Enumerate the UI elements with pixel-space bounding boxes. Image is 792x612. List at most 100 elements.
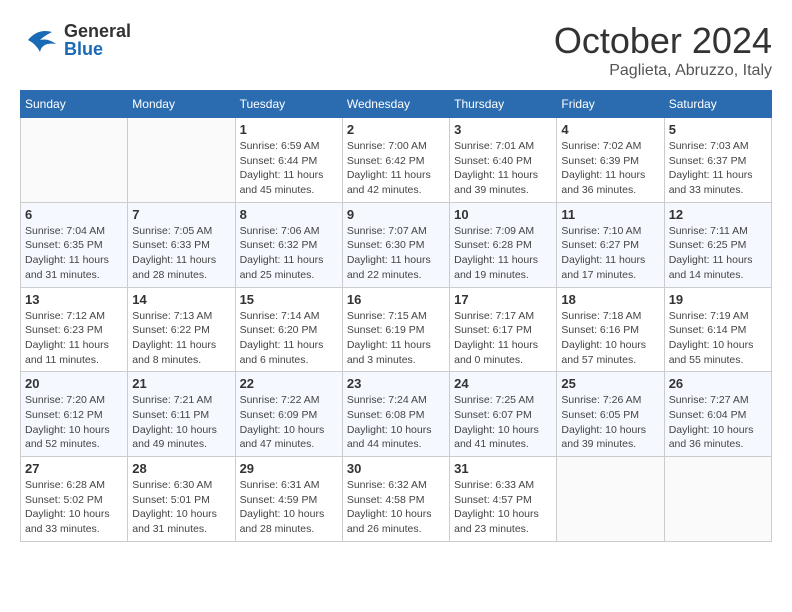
day-number: 18 [561, 292, 659, 307]
day-number: 9 [347, 207, 445, 222]
day-detail: Sunrise: 7:14 AM Sunset: 6:20 PM Dayligh… [240, 309, 338, 368]
day-detail: Sunrise: 7:02 AM Sunset: 6:39 PM Dayligh… [561, 139, 659, 198]
day-cell [664, 457, 771, 542]
day-detail: Sunrise: 7:07 AM Sunset: 6:30 PM Dayligh… [347, 224, 445, 283]
day-number: 25 [561, 376, 659, 391]
day-detail: Sunrise: 6:32 AM Sunset: 4:58 PM Dayligh… [347, 478, 445, 537]
day-number: 17 [454, 292, 552, 307]
day-number: 20 [25, 376, 123, 391]
day-cell: 1 Sunrise: 6:59 AM Sunset: 6:44 PM Daylig… [235, 118, 342, 203]
day-detail: Sunrise: 7:04 AM Sunset: 6:35 PM Dayligh… [25, 224, 123, 283]
day-cell: 24 Sunrise: 7:25 AM Sunset: 6:07 PM Dayli… [450, 372, 557, 457]
day-number: 22 [240, 376, 338, 391]
day-cell: 9 Sunrise: 7:07 AM Sunset: 6:30 PM Daylig… [342, 202, 449, 287]
day-detail: Sunrise: 7:05 AM Sunset: 6:33 PM Dayligh… [132, 224, 230, 283]
day-detail: Sunrise: 7:06 AM Sunset: 6:32 PM Dayligh… [240, 224, 338, 283]
day-cell: 12 Sunrise: 7:11 AM Sunset: 6:25 PM Dayli… [664, 202, 771, 287]
day-detail: Sunrise: 6:59 AM Sunset: 6:44 PM Dayligh… [240, 139, 338, 198]
logo-general: General [64, 22, 131, 40]
day-number: 15 [240, 292, 338, 307]
week-row-5: 27 Sunrise: 6:28 AM Sunset: 5:02 PM Dayli… [21, 457, 772, 542]
day-number: 1 [240, 122, 338, 137]
title-block: October 2024 Paglieta, Abruzzo, Italy [554, 20, 772, 80]
day-detail: Sunrise: 7:27 AM Sunset: 6:04 PM Dayligh… [669, 393, 767, 452]
day-cell [557, 457, 664, 542]
day-number: 8 [240, 207, 338, 222]
day-number: 31 [454, 461, 552, 476]
day-number: 19 [669, 292, 767, 307]
week-row-4: 20 Sunrise: 7:20 AM Sunset: 6:12 PM Dayli… [21, 372, 772, 457]
day-number: 4 [561, 122, 659, 137]
day-cell: 3 Sunrise: 7:01 AM Sunset: 6:40 PM Daylig… [450, 118, 557, 203]
day-number: 14 [132, 292, 230, 307]
week-row-3: 13 Sunrise: 7:12 AM Sunset: 6:23 PM Dayli… [21, 287, 772, 372]
day-number: 28 [132, 461, 230, 476]
weekday-thursday: Thursday [450, 91, 557, 118]
day-detail: Sunrise: 7:26 AM Sunset: 6:05 PM Dayligh… [561, 393, 659, 452]
day-detail: Sunrise: 6:28 AM Sunset: 5:02 PM Dayligh… [25, 478, 123, 537]
day-number: 12 [669, 207, 767, 222]
day-number: 13 [25, 292, 123, 307]
day-detail: Sunrise: 7:17 AM Sunset: 6:17 PM Dayligh… [454, 309, 552, 368]
day-cell [21, 118, 128, 203]
day-number: 26 [669, 376, 767, 391]
day-detail: Sunrise: 7:22 AM Sunset: 6:09 PM Dayligh… [240, 393, 338, 452]
day-number: 30 [347, 461, 445, 476]
day-cell: 10 Sunrise: 7:09 AM Sunset: 6:28 PM Dayli… [450, 202, 557, 287]
weekday-friday: Friday [557, 91, 664, 118]
day-detail: Sunrise: 7:24 AM Sunset: 6:08 PM Dayligh… [347, 393, 445, 452]
page-header: General Blue October 2024 Paglieta, Abru… [20, 20, 772, 80]
day-number: 27 [25, 461, 123, 476]
day-number: 24 [454, 376, 552, 391]
day-cell: 19 Sunrise: 7:19 AM Sunset: 6:14 PM Dayli… [664, 287, 771, 372]
weekday-saturday: Saturday [664, 91, 771, 118]
day-cell: 26 Sunrise: 7:27 AM Sunset: 6:04 PM Dayli… [664, 372, 771, 457]
weekday-monday: Monday [128, 91, 235, 118]
weekday-header-row: SundayMondayTuesdayWednesdayThursdayFrid… [21, 91, 772, 118]
day-cell: 16 Sunrise: 7:15 AM Sunset: 6:19 PM Dayli… [342, 287, 449, 372]
location: Paglieta, Abruzzo, Italy [554, 62, 772, 80]
day-cell: 25 Sunrise: 7:26 AM Sunset: 6:05 PM Dayli… [557, 372, 664, 457]
day-detail: Sunrise: 6:31 AM Sunset: 4:59 PM Dayligh… [240, 478, 338, 537]
day-number: 10 [454, 207, 552, 222]
week-row-1: 1 Sunrise: 6:59 AM Sunset: 6:44 PM Daylig… [21, 118, 772, 203]
day-detail: Sunrise: 7:03 AM Sunset: 6:37 PM Dayligh… [669, 139, 767, 198]
weekday-sunday: Sunday [21, 91, 128, 118]
day-cell: 8 Sunrise: 7:06 AM Sunset: 6:32 PM Daylig… [235, 202, 342, 287]
day-detail: Sunrise: 7:10 AM Sunset: 6:27 PM Dayligh… [561, 224, 659, 283]
day-cell [128, 118, 235, 203]
day-detail: Sunrise: 7:18 AM Sunset: 6:16 PM Dayligh… [561, 309, 659, 368]
day-detail: Sunrise: 6:30 AM Sunset: 5:01 PM Dayligh… [132, 478, 230, 537]
day-cell: 21Sunrise: 7:21 AM Sunset: 6:11 PM Dayli… [128, 372, 235, 457]
day-detail: Sunrise: 7:19 AM Sunset: 6:14 PM Dayligh… [669, 309, 767, 368]
day-number: 5 [669, 122, 767, 137]
day-cell: 5 Sunrise: 7:03 AM Sunset: 6:37 PM Daylig… [664, 118, 771, 203]
day-number: 11 [561, 207, 659, 222]
day-detail: Sunrise: 6:33 AM Sunset: 4:57 PM Dayligh… [454, 478, 552, 537]
day-detail: Sunrise: 7:20 AM Sunset: 6:12 PM Dayligh… [25, 393, 123, 452]
day-detail: Sunrise: 7:15 AM Sunset: 6:19 PM Dayligh… [347, 309, 445, 368]
day-detail: Sunrise: 7:25 AM Sunset: 6:07 PM Dayligh… [454, 393, 552, 452]
day-number: 2 [347, 122, 445, 137]
day-cell: 22 Sunrise: 7:22 AM Sunset: 6:09 PM Dayli… [235, 372, 342, 457]
month-title: October 2024 [554, 20, 772, 62]
day-number: 23 [347, 376, 445, 391]
day-detail: Sunrise: 7:21 AM Sunset: 6:11 PM Dayligh… [132, 393, 230, 452]
day-number: 3 [454, 122, 552, 137]
day-detail: Sunrise: 7:12 AM Sunset: 6:23 PM Dayligh… [25, 309, 123, 368]
day-cell: 4 Sunrise: 7:02 AM Sunset: 6:39 PM Daylig… [557, 118, 664, 203]
day-detail: Sunrise: 7:11 AM Sunset: 6:25 PM Dayligh… [669, 224, 767, 283]
day-cell: 6 Sunrise: 7:04 AM Sunset: 6:35 PM Daylig… [21, 202, 128, 287]
logo: General Blue [20, 20, 131, 60]
logo-blue: Blue [64, 40, 131, 58]
day-number: 16 [347, 292, 445, 307]
day-cell: 14Sunrise: 7:13 AM Sunset: 6:22 PM Dayli… [128, 287, 235, 372]
day-cell: 7Sunrise: 7:05 AM Sunset: 6:33 PM Daylig… [128, 202, 235, 287]
day-cell: 11 Sunrise: 7:10 AM Sunset: 6:27 PM Dayli… [557, 202, 664, 287]
day-detail: Sunrise: 7:09 AM Sunset: 6:28 PM Dayligh… [454, 224, 552, 283]
day-number: 6 [25, 207, 123, 222]
calendar: SundayMondayTuesdayWednesdayThursdayFrid… [20, 90, 772, 542]
logo-icon [20, 20, 60, 60]
day-detail: Sunrise: 7:01 AM Sunset: 6:40 PM Dayligh… [454, 139, 552, 198]
day-detail: Sunrise: 7:00 AM Sunset: 6:42 PM Dayligh… [347, 139, 445, 198]
